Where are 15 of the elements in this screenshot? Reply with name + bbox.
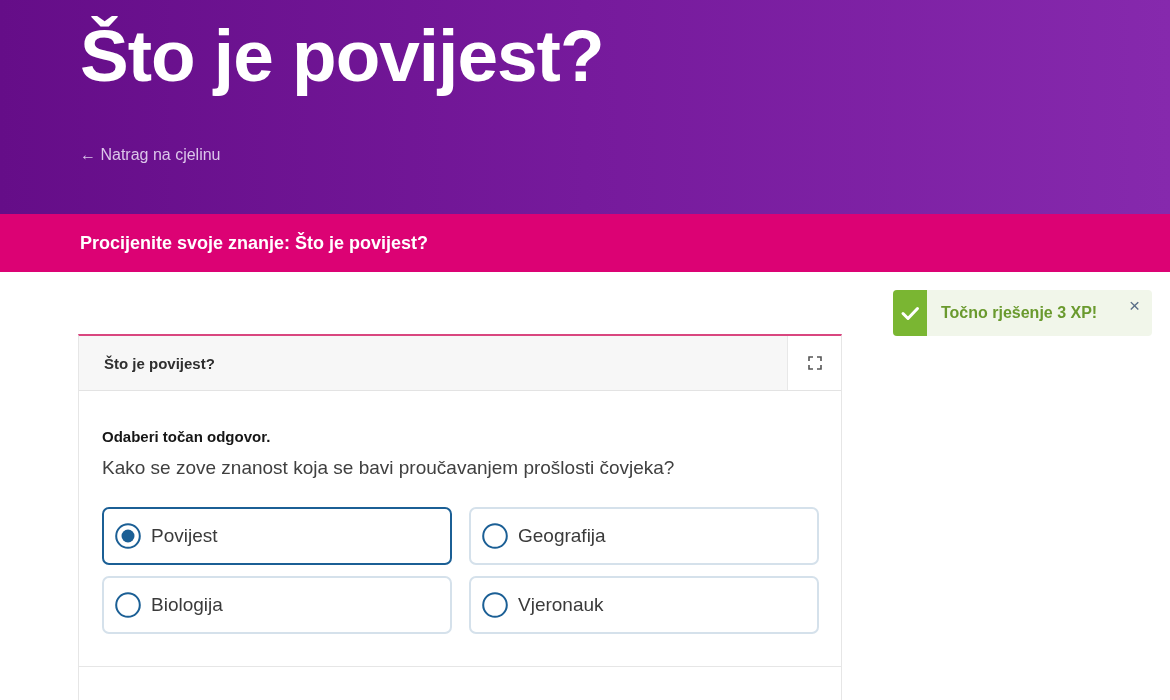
instruction-text: Odaberi točan odgovor. — [102, 427, 271, 447]
card-title: Što je povijest? — [104, 354, 215, 372]
close-button[interactable]: × — [1128, 296, 1140, 316]
fullscreen-icon — [807, 356, 822, 370]
answer-option[interactable]: Povijest — [102, 507, 452, 565]
answer-option[interactable]: Vjeronauk — [469, 576, 819, 634]
answer-option[interactable]: Biologija — [102, 576, 452, 634]
toast-message: Točno rješenje 3 XP! — [941, 304, 1098, 322]
fullscreen-button[interactable] — [787, 336, 841, 390]
back-link[interactable]: ← Natrag na cjelinu — [80, 145, 221, 165]
answer-option[interactable]: Geografija — [469, 507, 819, 565]
banner-title: Procijenite svoje znanje: Što je povijest? — [80, 232, 429, 254]
check-icon — [893, 290, 927, 336]
question-text: Kako se zove znanost koja se bavi proučavanjem prošlosti čovjeka? — [102, 456, 675, 480]
page-title: Što je povijest? — [80, 14, 604, 98]
